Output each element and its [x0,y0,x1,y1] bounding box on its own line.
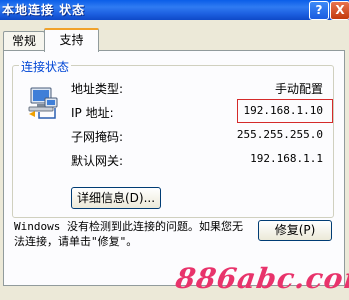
repair-button[interactable]: 修复(P) [258,220,332,241]
group-title: 连接状态 [19,58,72,75]
tab-support[interactable]: 支持 [44,28,99,52]
ip-address-value: 192.168.1.10 [243,104,323,117]
address-type-label: 地址类型: [71,82,124,96]
title-bar: 本地连接 状态 ? X [0,0,349,20]
close-button[interactable]: X [330,1,349,20]
status-message: Windows 没有检测到此连接的问题。如果您无法连接，请单击"修复"。 [14,220,243,248]
address-type-value: 手动配置 [274,82,323,96]
default-gateway-label: 默认网关: [71,154,124,168]
window-title: 本地连接 状态 [2,3,86,17]
tab-panel: 连接状态 地址类型: 手动配置 IP 地址: 192.168.1.10 子网掩码… [3,50,345,286]
site-watermark: 886abc.com [173,262,349,295]
help-button[interactable]: ? [309,1,329,20]
subnet-mask-label: 子网掩码: [71,130,124,144]
default-gateway-value: 192.168.1.1 [250,152,323,165]
subnet-mask-value: 255.255.255.0 [236,128,323,141]
network-connection-icon [28,87,58,119]
connection-status-group: 连接状态 地址类型: 手动配置 IP 地址: 192.168.1.10 子网掩码… [12,58,334,218]
tab-general[interactable]: 常规 [3,31,45,50]
subnet-mask-row: 子网掩码: 255.255.255.0 [71,128,329,144]
default-gateway-row: 默认网关: 192.168.1.1 [71,152,329,168]
details-button[interactable]: 详细信息(D)... [71,187,161,209]
ip-address-row: IP 地址: 192.168.1.10 [71,99,333,123]
address-type-row: 地址类型: 手动配置 [71,80,329,96]
ip-address-label: IP 地址: [71,106,114,120]
